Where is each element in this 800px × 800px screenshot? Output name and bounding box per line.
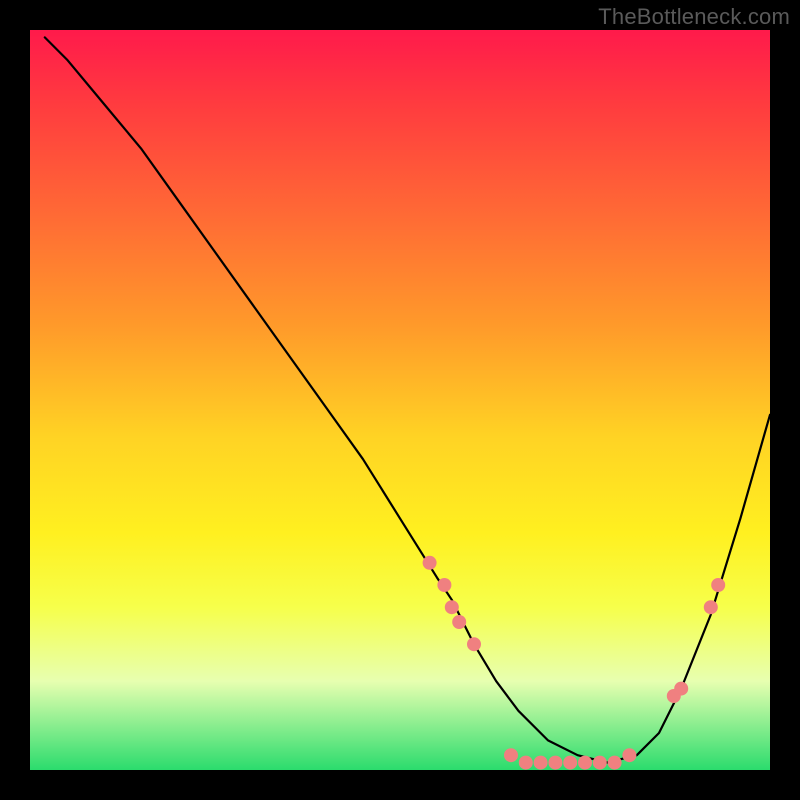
data-marker [467, 637, 481, 651]
data-marker [674, 682, 688, 696]
data-marker [593, 756, 607, 770]
data-marker [608, 756, 622, 770]
bottleneck-curve [45, 37, 770, 762]
data-marker [437, 578, 451, 592]
chart-svg [30, 30, 770, 770]
data-marker [452, 615, 466, 629]
data-marker [445, 600, 459, 614]
data-marker [563, 756, 577, 770]
chart-container: TheBottleneck.com [0, 0, 800, 800]
data-marker [423, 556, 437, 570]
data-markers [423, 556, 726, 770]
data-marker [548, 756, 562, 770]
data-marker [711, 578, 725, 592]
plot-area [30, 30, 770, 770]
watermark-text: TheBottleneck.com [598, 4, 790, 30]
data-marker [622, 748, 636, 762]
data-marker [519, 756, 533, 770]
data-marker [704, 600, 718, 614]
data-marker [504, 748, 518, 762]
data-marker [534, 756, 548, 770]
data-marker [578, 756, 592, 770]
